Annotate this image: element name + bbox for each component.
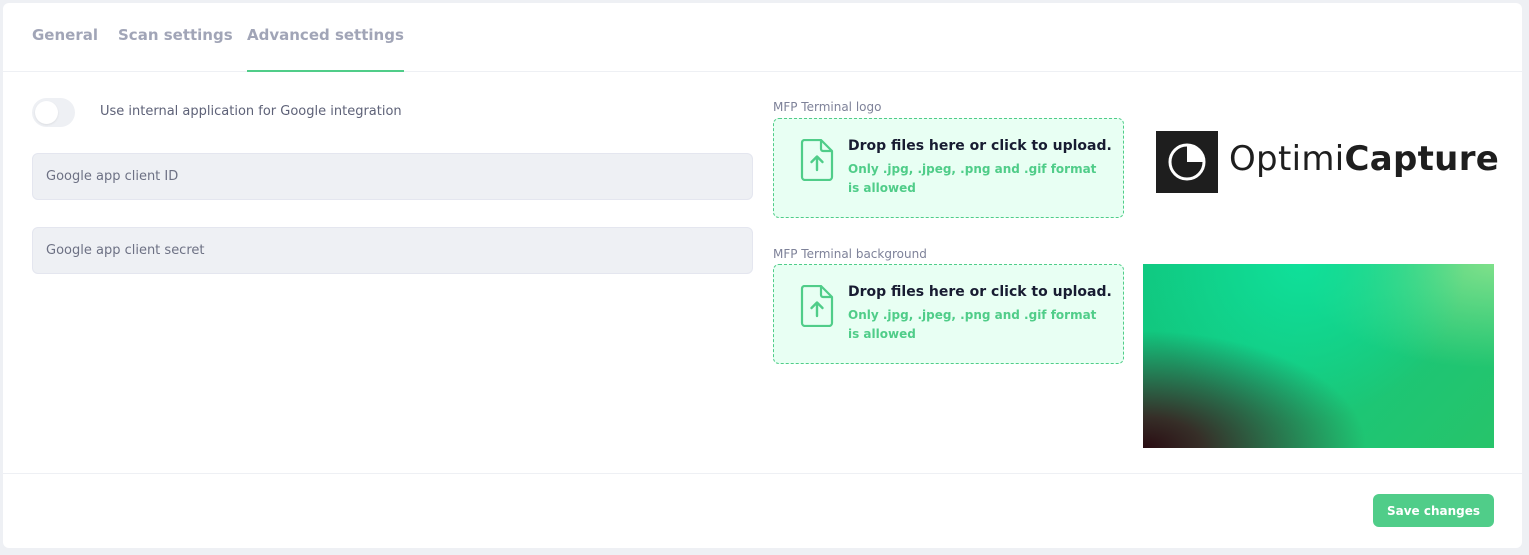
tab-bar: General Scan settings Advanced settings xyxy=(3,3,1522,72)
tab-scan-settings[interactable]: Scan settings xyxy=(118,3,233,72)
logo-dropzone-hint: Only .jpg, .jpeg, .png and .gif format i… xyxy=(848,162,1097,195)
background-preview-image xyxy=(1143,264,1494,448)
google-client-id-input[interactable] xyxy=(32,153,753,200)
google-integration-toggle[interactable] xyxy=(32,98,75,127)
logo-wordmark: OptimiCapture xyxy=(1229,139,1499,179)
save-changes-button[interactable]: Save changes xyxy=(1373,494,1494,527)
logo-dropzone-title: Drop files here or click to upload. xyxy=(848,138,1112,154)
file-upload-icon xyxy=(800,139,834,181)
settings-card: General Scan settings Advanced settings … xyxy=(3,3,1522,548)
tab-general[interactable]: General xyxy=(32,3,98,72)
toggle-knob xyxy=(35,101,58,124)
google-integration-toggle-label: Use internal application for Google inte… xyxy=(100,104,402,119)
tab-advanced-settings[interactable]: Advanced settings xyxy=(247,3,404,72)
background-dropzone[interactable]: Drop files here or click to upload. Only… xyxy=(773,264,1124,364)
logo-upload-label: MFP Terminal logo xyxy=(773,100,882,114)
pie-chart-logo-icon xyxy=(1156,131,1218,193)
background-upload-label: MFP Terminal background xyxy=(773,247,927,261)
background-dropzone-hint: Only .jpg, .jpeg, .png and .gif format i… xyxy=(848,308,1097,341)
logo-wordmark-light: Optimi xyxy=(1229,139,1345,179)
card-footer xyxy=(3,473,1522,548)
background-dropzone-title: Drop files here or click to upload. xyxy=(848,284,1112,300)
logo-dropzone[interactable]: Drop files here or click to upload. Only… xyxy=(773,118,1124,218)
logo-wordmark-bold: Capture xyxy=(1344,139,1500,179)
google-client-secret-input[interactable] xyxy=(32,227,753,274)
logo-preview: OptimiCapture xyxy=(1156,130,1499,194)
file-upload-icon xyxy=(800,285,834,327)
